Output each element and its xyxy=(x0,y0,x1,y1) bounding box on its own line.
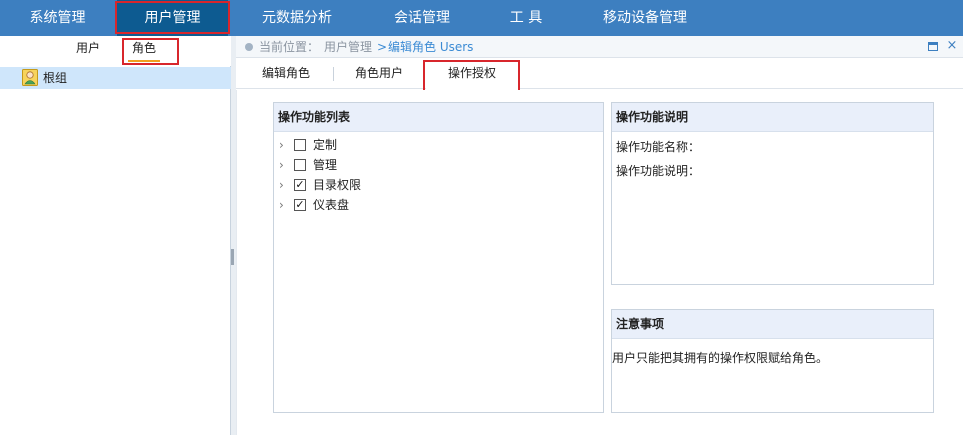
tab-edit-role[interactable]: 编辑角色 xyxy=(246,59,326,89)
nav-item-tools[interactable]: 工 具 xyxy=(482,0,570,36)
close-icon[interactable]: × xyxy=(945,39,959,53)
function-item-dashboard: › ✓ 仪表盘 xyxy=(274,195,574,215)
notes-text: 用户只能把其拥有的操作权限赋给角色。 xyxy=(612,351,829,365)
tab-role-users[interactable]: 角色用户 xyxy=(339,59,419,89)
nav-item-user-management[interactable]: 用户管理 xyxy=(117,0,228,36)
function-item-custom: › 定制 xyxy=(274,135,574,155)
expand-chevron-icon[interactable]: › xyxy=(279,138,289,152)
function-item-label: 仪表盘 xyxy=(313,198,350,212)
tree-item-label: 根组 xyxy=(43,71,68,85)
function-item-label: 目录权限 xyxy=(313,178,362,192)
nav-item-metadata-analysis[interactable]: 元数据分析 xyxy=(232,0,362,36)
subtab-users[interactable]: 用户 xyxy=(62,36,114,62)
notes-panel: 注意事项 用户只能把其拥有的操作权限赋给角色。 xyxy=(611,309,934,413)
expand-chevron-icon[interactable]: › xyxy=(279,178,289,192)
function-name-label: 操作功能名称： xyxy=(616,140,701,154)
breadcrumb-user-management[interactable]: 用户管理 xyxy=(324,36,372,58)
checkbox-custom[interactable] xyxy=(294,139,306,151)
subtab-roles[interactable]: 角色 xyxy=(128,36,160,62)
nav-item-system[interactable]: 系统管理 xyxy=(0,0,115,36)
breadcrumb: 当前位置： 用户管理 > 编辑角色 Users × xyxy=(236,36,963,58)
left-subtabs: 用户 角色 xyxy=(0,36,231,66)
authorization-content: 操作功能列表 › 定制 › 管理 › ✓ 目录权限 › ✓ 仪表盘 操作功能说明… xyxy=(236,90,963,435)
breadcrumb-current: 编辑角色 Users xyxy=(388,40,474,54)
expand-chevron-icon[interactable]: › xyxy=(279,158,289,172)
expand-chevron-icon[interactable]: › xyxy=(279,198,289,212)
function-list-title: 操作功能列表 xyxy=(274,103,603,132)
maximize-icon[interactable] xyxy=(928,42,938,51)
right-panel: 当前位置： 用户管理 > 编辑角色 Users × 编辑角色 角色用户 操作授权… xyxy=(236,36,963,435)
tab-bar: 编辑角色 角色用户 操作授权 xyxy=(236,59,963,92)
function-item-manage: › 管理 xyxy=(274,155,574,175)
checkbox-manage[interactable] xyxy=(294,159,306,171)
location-dot-icon xyxy=(245,43,253,51)
function-list-panel: 操作功能列表 › 定制 › 管理 › ✓ 目录权限 › ✓ 仪表盘 xyxy=(273,102,604,413)
tab-operation-authorization[interactable]: 操作授权 xyxy=(426,59,518,89)
nav-item-session-management[interactable]: 会话管理 xyxy=(362,0,482,36)
left-panel: 用户 角色 根组 xyxy=(0,36,231,435)
function-description-title: 操作功能说明 xyxy=(612,103,933,132)
tab-divider xyxy=(333,67,334,81)
breadcrumb-prefix: 当前位置： xyxy=(259,40,320,54)
function-description-panel: 操作功能说明 操作功能名称： 操作功能说明： xyxy=(611,102,934,285)
function-item-label: 管理 xyxy=(313,158,338,172)
tree-item-root-group[interactable]: 根组 xyxy=(0,67,231,89)
notes-title: 注意事项 xyxy=(612,310,933,339)
nav-item-mobile-devices[interactable]: 移动设备管理 xyxy=(580,0,710,36)
function-item-label: 定制 xyxy=(313,138,338,152)
function-item-directory-permission: › ✓ 目录权限 xyxy=(274,175,574,195)
breadcrumb-separator: > xyxy=(377,40,388,54)
user-icon xyxy=(22,69,38,86)
checkbox-directory-permission[interactable]: ✓ xyxy=(294,179,306,191)
checkbox-dashboard[interactable]: ✓ xyxy=(294,199,306,211)
function-desc-label: 操作功能说明： xyxy=(616,164,701,178)
splitter-grip[interactable] xyxy=(231,249,234,265)
top-navigation: 系统管理 用户管理 元数据分析 会话管理 工 具 移动设备管理 xyxy=(0,0,963,36)
